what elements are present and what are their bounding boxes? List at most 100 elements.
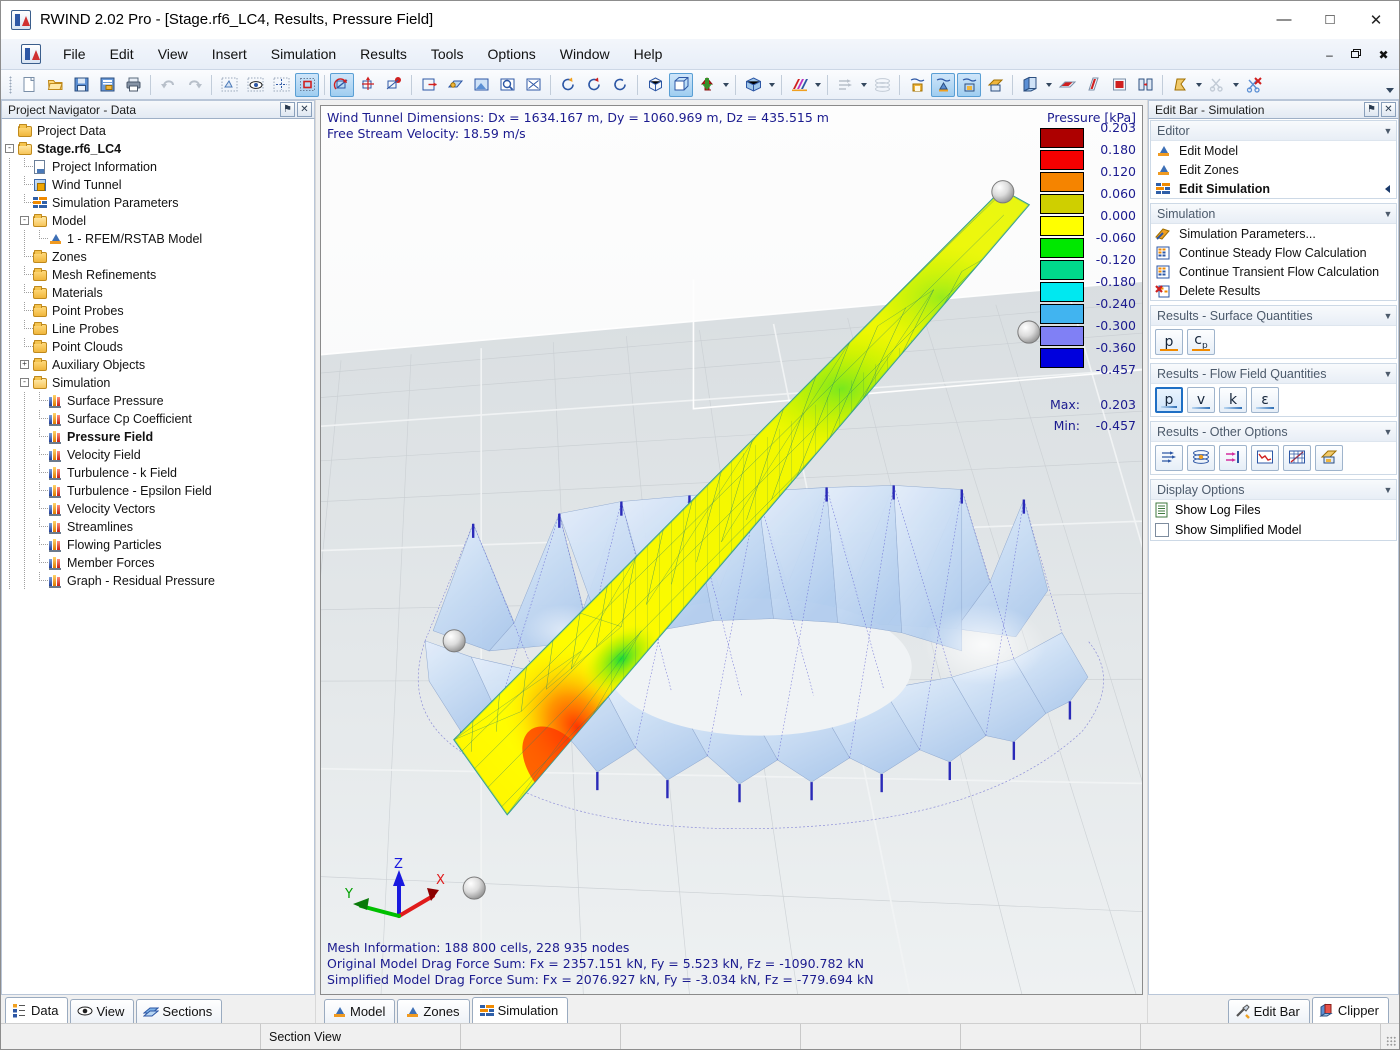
editbar-group-header[interactable]: Results - Surface Quantities ▼ <box>1151 306 1396 326</box>
tree-item-graph-residual-pressure[interactable]: Graph - Residual Pressure <box>2 572 314 590</box>
tree-item-simulation[interactable]: - Simulation <box>2 374 314 392</box>
view-direction-button[interactable] <box>695 73 719 97</box>
navigator-tab-sections[interactable]: Sections <box>136 999 223 1023</box>
tree-item-mesh-refinements[interactable]: Mesh Refinements <box>2 266 314 284</box>
tree-item-model[interactable]: - Model <box>2 212 314 230</box>
editbar-pin-button[interactable]: ⚑ <box>1364 102 1379 117</box>
editbar-group-header[interactable]: Results - Other Options ▼ <box>1151 422 1396 442</box>
velocity-vectors-button[interactable] <box>1155 445 1183 471</box>
menu-results[interactable]: Results <box>348 42 419 66</box>
window-close-button[interactable]: ✕ <box>1353 1 1399 39</box>
show-zones-button[interactable] <box>957 72 981 97</box>
tree-item-member-forces[interactable]: Member Forces <box>2 554 314 572</box>
view-box-button[interactable] <box>417 73 441 97</box>
editbar-group-header[interactable]: Display Options ▼ <box>1151 480 1396 500</box>
tree-item-turbulence-k-field[interactable]: Turbulence - k Field <box>2 464 314 482</box>
tree-item-velocity-vectors[interactable]: Velocity Vectors <box>2 500 314 518</box>
result-display-button[interactable] <box>1315 445 1343 471</box>
save-details-button[interactable] <box>95 73 119 97</box>
navigator-tab-data[interactable]: Data <box>5 997 69 1023</box>
redo-button[interactable] <box>182 73 206 97</box>
rotate-ccw-button[interactable] <box>556 73 580 97</box>
undo-button[interactable] <box>156 73 180 97</box>
tree-expander[interactable]: - <box>17 374 32 392</box>
clip-shape-dropdown[interactable] <box>1193 73 1204 97</box>
tree-item-velocity-field[interactable]: Velocity Field <box>2 446 314 464</box>
tree-item-surface-pressure[interactable]: Surface Pressure <box>2 392 314 410</box>
color-stripes-dropdown[interactable] <box>812 73 823 97</box>
toolbar-grip[interactable] <box>9 75 12 94</box>
delete-scissors-button[interactable] <box>1242 73 1266 97</box>
pan-view-button[interactable] <box>356 73 380 97</box>
viewport-tab-simulation[interactable]: Simulation <box>471 997 569 1023</box>
save-button[interactable] <box>69 73 93 97</box>
toolbar-overflow-button[interactable] <box>1383 73 1397 97</box>
new-file-button[interactable] <box>17 73 41 97</box>
mdi-close-button[interactable]: ✖ <box>1376 48 1391 62</box>
display-cube-dropdown[interactable] <box>766 73 777 97</box>
editbar-option-show-simplified-model[interactable]: Show Simplified Model <box>1151 520 1396 540</box>
scissors-button[interactable] <box>1205 73 1229 97</box>
3d-viewport[interactable]: Wind Tunnel Dimensions: Dx = 1634.167 m,… <box>321 106 1142 994</box>
project-tree[interactable]: Project Data - Stage.rf6_LC4 Project Inform… <box>1 119 315 995</box>
rotate-reset-button[interactable] <box>608 73 632 97</box>
flow-epsilon-button[interactable]: ε <box>1251 387 1279 413</box>
editbar-option-show-log-files[interactable]: Show Log Files <box>1151 500 1396 520</box>
print-button[interactable] <box>121 73 145 97</box>
residual-graph-button[interactable] <box>1251 445 1279 471</box>
selection-window-button[interactable] <box>295 72 319 97</box>
member-forces-button[interactable] <box>1283 445 1311 471</box>
tree-expander[interactable]: + <box>17 356 32 374</box>
tree-item-project-information[interactable]: Project Information <box>2 158 314 176</box>
zoom-fit-button[interactable] <box>521 73 545 97</box>
surface-cp-button[interactable]: cp <box>1187 329 1215 355</box>
flow-pressure-button[interactable]: p <box>1155 387 1183 413</box>
chevron-down-icon[interactable]: ▼ <box>1380 369 1396 379</box>
editbar-tab-clipper[interactable]: Clipper <box>1311 997 1389 1023</box>
menu-view[interactable]: View <box>146 42 200 66</box>
streamline-layers-button[interactable] <box>870 73 894 97</box>
menu-help[interactable]: Help <box>622 42 675 66</box>
scissors-dropdown[interactable] <box>1230 73 1241 97</box>
section-move-button[interactable] <box>1133 73 1157 97</box>
clip-shape-button[interactable] <box>1168 73 1192 97</box>
streamlines-button[interactable] <box>1187 445 1215 471</box>
flowing-particles-button[interactable] <box>1219 445 1247 471</box>
isometric-cube-button[interactable] <box>643 73 667 97</box>
tree-item-auxiliary-objects[interactable]: + Auxiliary Objects <box>2 356 314 374</box>
display-cube-button[interactable] <box>741 73 765 97</box>
flow-velocity-button[interactable]: v <box>1187 387 1215 413</box>
chevron-down-icon[interactable]: ▼ <box>1380 311 1396 321</box>
navigator-tab-view[interactable]: View <box>70 999 135 1023</box>
tree-item-flowing-particles[interactable]: Flowing Particles <box>2 536 314 554</box>
flow-arrows-button[interactable] <box>833 73 857 97</box>
editbar-group-header[interactable]: Results - Flow Field Quantities ▼ <box>1151 364 1396 384</box>
editbar-item-edit-simulation[interactable]: Edit Simulation <box>1151 179 1396 198</box>
chevron-down-icon[interactable]: ▼ <box>1380 209 1396 219</box>
menu-options[interactable]: Options <box>476 42 548 66</box>
editbar-item-edit-model[interactable]: Edit Model <box>1151 141 1396 160</box>
editbar-item-continue-steady-flow-calculation[interactable]: Continue Steady Flow Calculation <box>1151 243 1396 262</box>
surface-pressure-button[interactable]: p <box>1155 329 1183 355</box>
tree-item-stage-rf6-lc4[interactable]: - Stage.rf6_LC4 <box>2 140 314 158</box>
rotate-view-button[interactable] <box>330 72 354 97</box>
flow-k-button[interactable]: k <box>1219 387 1247 413</box>
menu-simulation[interactable]: Simulation <box>259 42 348 66</box>
viewport-tab-zones[interactable]: Zones <box>397 999 470 1023</box>
mdi-restore-button[interactable] <box>1349 48 1364 62</box>
chevron-down-icon[interactable]: ▼ <box>1380 126 1396 136</box>
app-menu-icon[interactable] <box>21 44 41 64</box>
menu-insert[interactable]: Insert <box>200 42 259 66</box>
render-shade-button[interactable] <box>443 73 467 97</box>
tree-item-line-probes[interactable]: Line Probes <box>2 320 314 338</box>
perspective-cube-button[interactable] <box>669 72 693 97</box>
editbar-item-edit-zones[interactable]: Edit Zones <box>1151 160 1396 179</box>
editbar-item-continue-transient-flow-calculation[interactable]: Continue Transient Flow Calculation <box>1151 262 1396 281</box>
clipper-box-button[interactable] <box>1018 73 1042 97</box>
show-model-button[interactable] <box>905 73 929 97</box>
tree-item-zones[interactable]: Zones <box>2 248 314 266</box>
color-stripes-button[interactable] <box>787 73 811 97</box>
editbar-tab-edit-bar[interactable]: Edit Bar <box>1227 999 1310 1023</box>
rotate-cw-button[interactable] <box>582 73 606 97</box>
tree-item-1-rfem-rstab-model[interactable]: 1 - RFEM/RSTAB Model <box>2 230 314 248</box>
